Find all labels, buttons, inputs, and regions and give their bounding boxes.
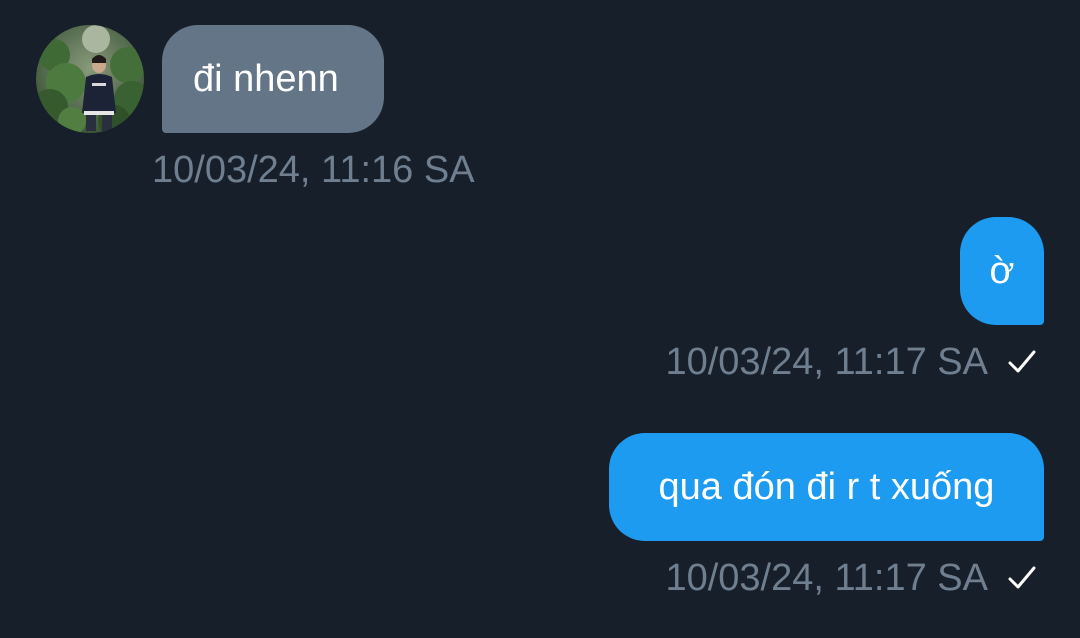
checkmark-icon — [1006, 346, 1038, 378]
user-avatar-photo — [36, 25, 144, 133]
message-meta: 10/03/24, 11:16 SA — [152, 151, 475, 189]
message-timestamp: 10/03/24, 11:17 SA — [665, 341, 988, 383]
checkmark-icon — [1006, 562, 1038, 594]
outgoing-message-bubble[interactable]: qua đón đi r t xuống — [609, 433, 1044, 541]
message-text: ờ — [989, 250, 1015, 292]
outgoing-message-bubble[interactable]: ờ — [960, 217, 1044, 325]
message-text: đi nhenn — [193, 58, 339, 100]
message-meta: 10/03/24, 11:17 SA — [665, 343, 1038, 381]
message-meta: 10/03/24, 11:17 SA — [665, 559, 1038, 597]
message-text: qua đón đi r t xuống — [658, 466, 995, 508]
message-timestamp: 10/03/24, 11:17 SA — [665, 557, 988, 599]
message-timestamp: 10/03/24, 11:16 SA — [152, 149, 475, 191]
sender-avatar[interactable] — [36, 25, 144, 133]
incoming-message-bubble[interactable]: đi nhenn — [162, 25, 384, 133]
